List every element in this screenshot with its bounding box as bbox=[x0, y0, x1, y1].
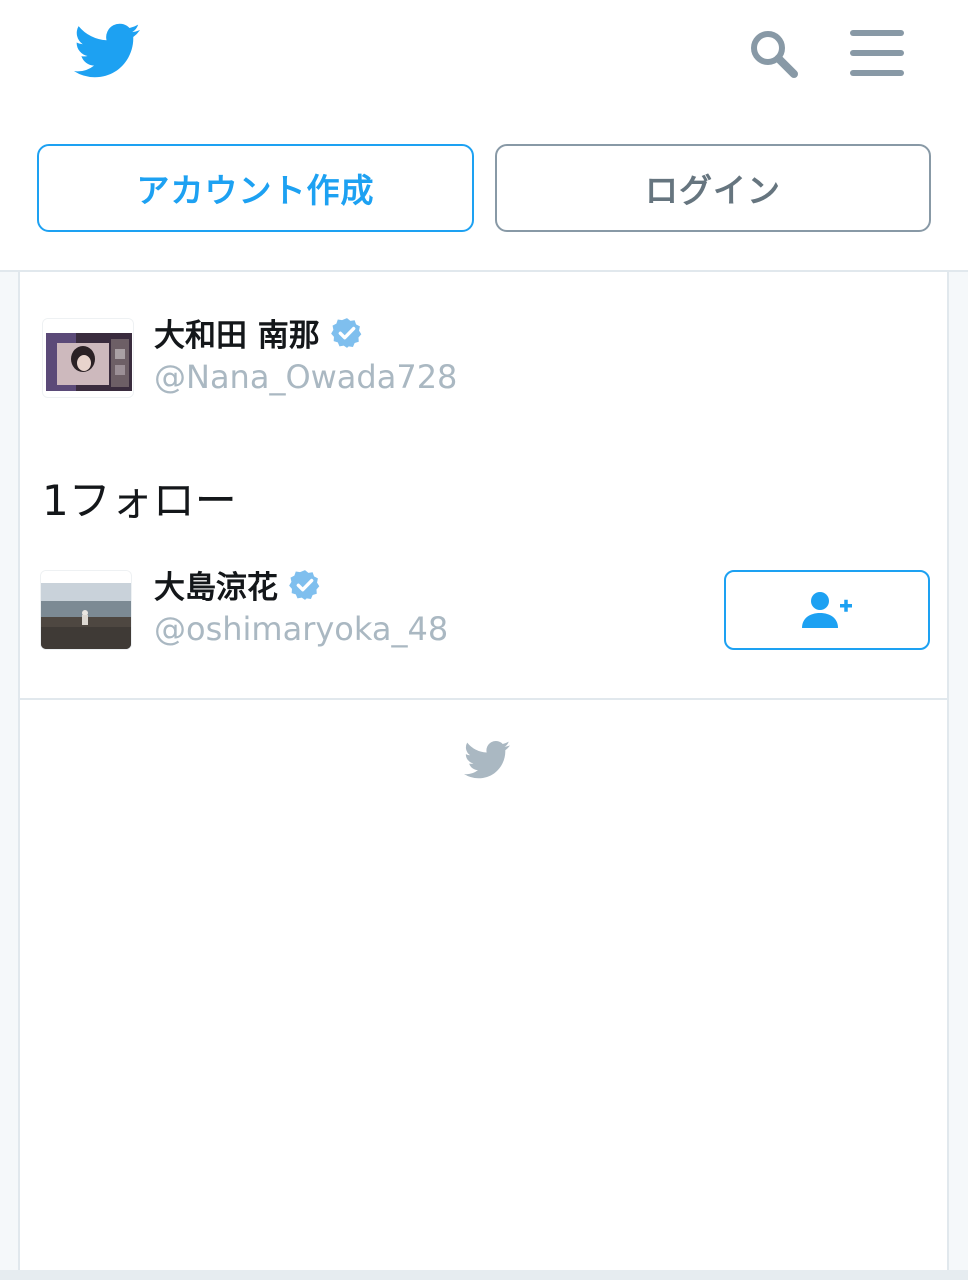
hamburger-menu-icon[interactable] bbox=[848, 26, 906, 80]
add-user-icon bbox=[802, 592, 852, 628]
profile-name[interactable]: 大和田 南那 bbox=[154, 310, 364, 355]
following-avatar[interactable] bbox=[40, 570, 132, 650]
twitter-bird-icon bbox=[464, 740, 510, 780]
content-panel: 大和田 南那 @Nana_Owada728 1フォロー 大島涼花 @oshima… bbox=[18, 272, 949, 1270]
following-item-name[interactable]: 大島涼花 bbox=[154, 562, 322, 607]
following-item-name-text: 大島涼花 bbox=[154, 570, 278, 606]
top-navigation-bar: アカウント作成 ログイン bbox=[0, 0, 968, 272]
following-item-handle: @oshimaryoka_48 bbox=[154, 610, 449, 648]
profile-name-text: 大和田 南那 bbox=[154, 318, 320, 354]
twitter-bird-icon[interactable] bbox=[74, 22, 140, 80]
login-button[interactable]: ログイン bbox=[495, 144, 931, 232]
page: アカウント作成 ログイン 大和田 南那 @Nana_Owada728 1フォロー… bbox=[0, 0, 968, 1280]
search-icon[interactable] bbox=[744, 24, 804, 84]
profile-avatar[interactable] bbox=[42, 318, 134, 398]
follow-button[interactable] bbox=[724, 570, 930, 650]
profile-handle: @Nana_Owada728 bbox=[154, 358, 458, 396]
section-divider bbox=[20, 698, 947, 700]
bottom-edge bbox=[0, 1270, 968, 1280]
login-label: ログイン bbox=[645, 171, 781, 210]
verified-badge-icon bbox=[288, 568, 322, 602]
create-account-label: アカウント作成 bbox=[136, 171, 375, 210]
verified-badge-icon bbox=[330, 316, 364, 350]
following-count: 1フォロー bbox=[42, 476, 237, 525]
create-account-button[interactable]: アカウント作成 bbox=[37, 144, 474, 232]
